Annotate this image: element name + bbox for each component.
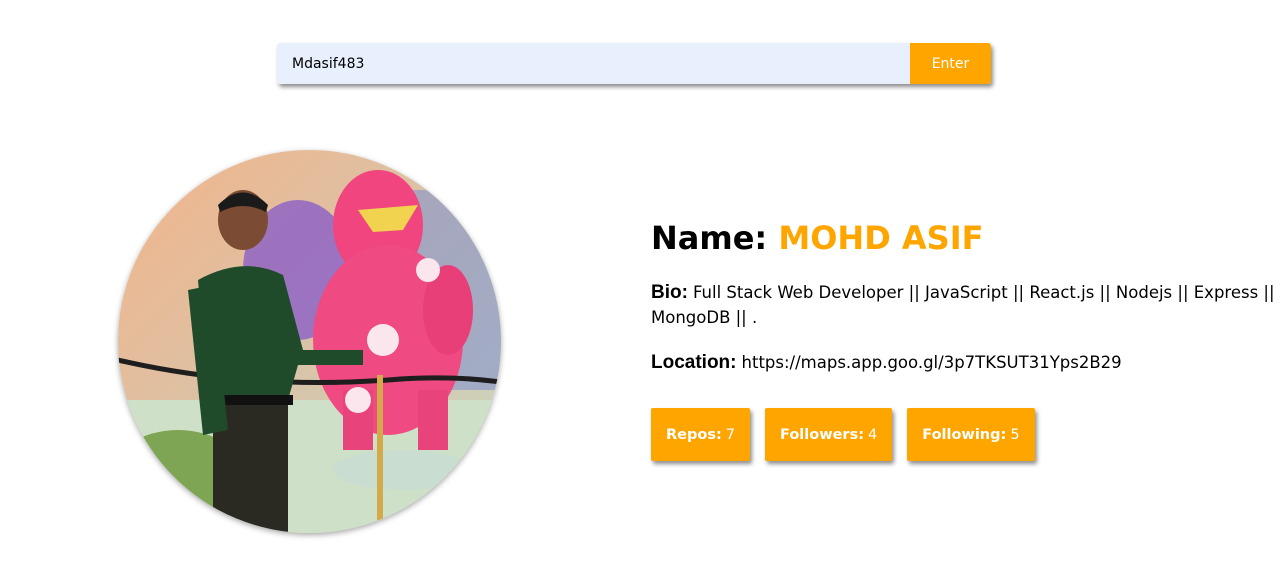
following-label: Following: [922,426,1007,443]
followers-count: 4 [868,426,878,443]
following-button[interactable]: Following: 5 [907,408,1035,461]
profile-bio: Bio: Full Stack Web Developer || JavaScr… [651,280,1276,330]
profile-stats: Repos: 7 Followers: 4 Following: 5 [651,408,1035,461]
followers-button[interactable]: Followers: 4 [765,408,893,461]
profile-location: Location: https://maps.app.goo.gl/3p7TKS… [651,350,1276,375]
name-label: Name: [651,219,768,257]
username-search-input[interactable] [277,43,910,84]
profile-name: Name: MOHD ASIF [651,218,1276,258]
repos-button[interactable]: Repos: 7 [651,408,751,461]
name-value: MOHD ASIF [778,219,984,257]
enter-button[interactable]: Enter [910,43,991,84]
search-bar: Enter [277,43,991,84]
profile-info: Name: MOHD ASIF Bio: Full Stack Web Deve… [651,218,1276,375]
repos-count: 7 [725,426,736,443]
following-count: 5 [1010,426,1020,443]
bio-text: Full Stack Web Developer || JavaScript |… [651,283,1275,327]
followers-label: Followers: [780,426,865,443]
profile-avatar [118,150,501,533]
bio-label: Bio: [651,282,688,303]
location-label: Location: [651,352,737,373]
location-text: https://maps.app.goo.gl/3p7TKSUT31Yps2B2… [741,353,1122,372]
repos-label: Repos: [666,426,722,443]
